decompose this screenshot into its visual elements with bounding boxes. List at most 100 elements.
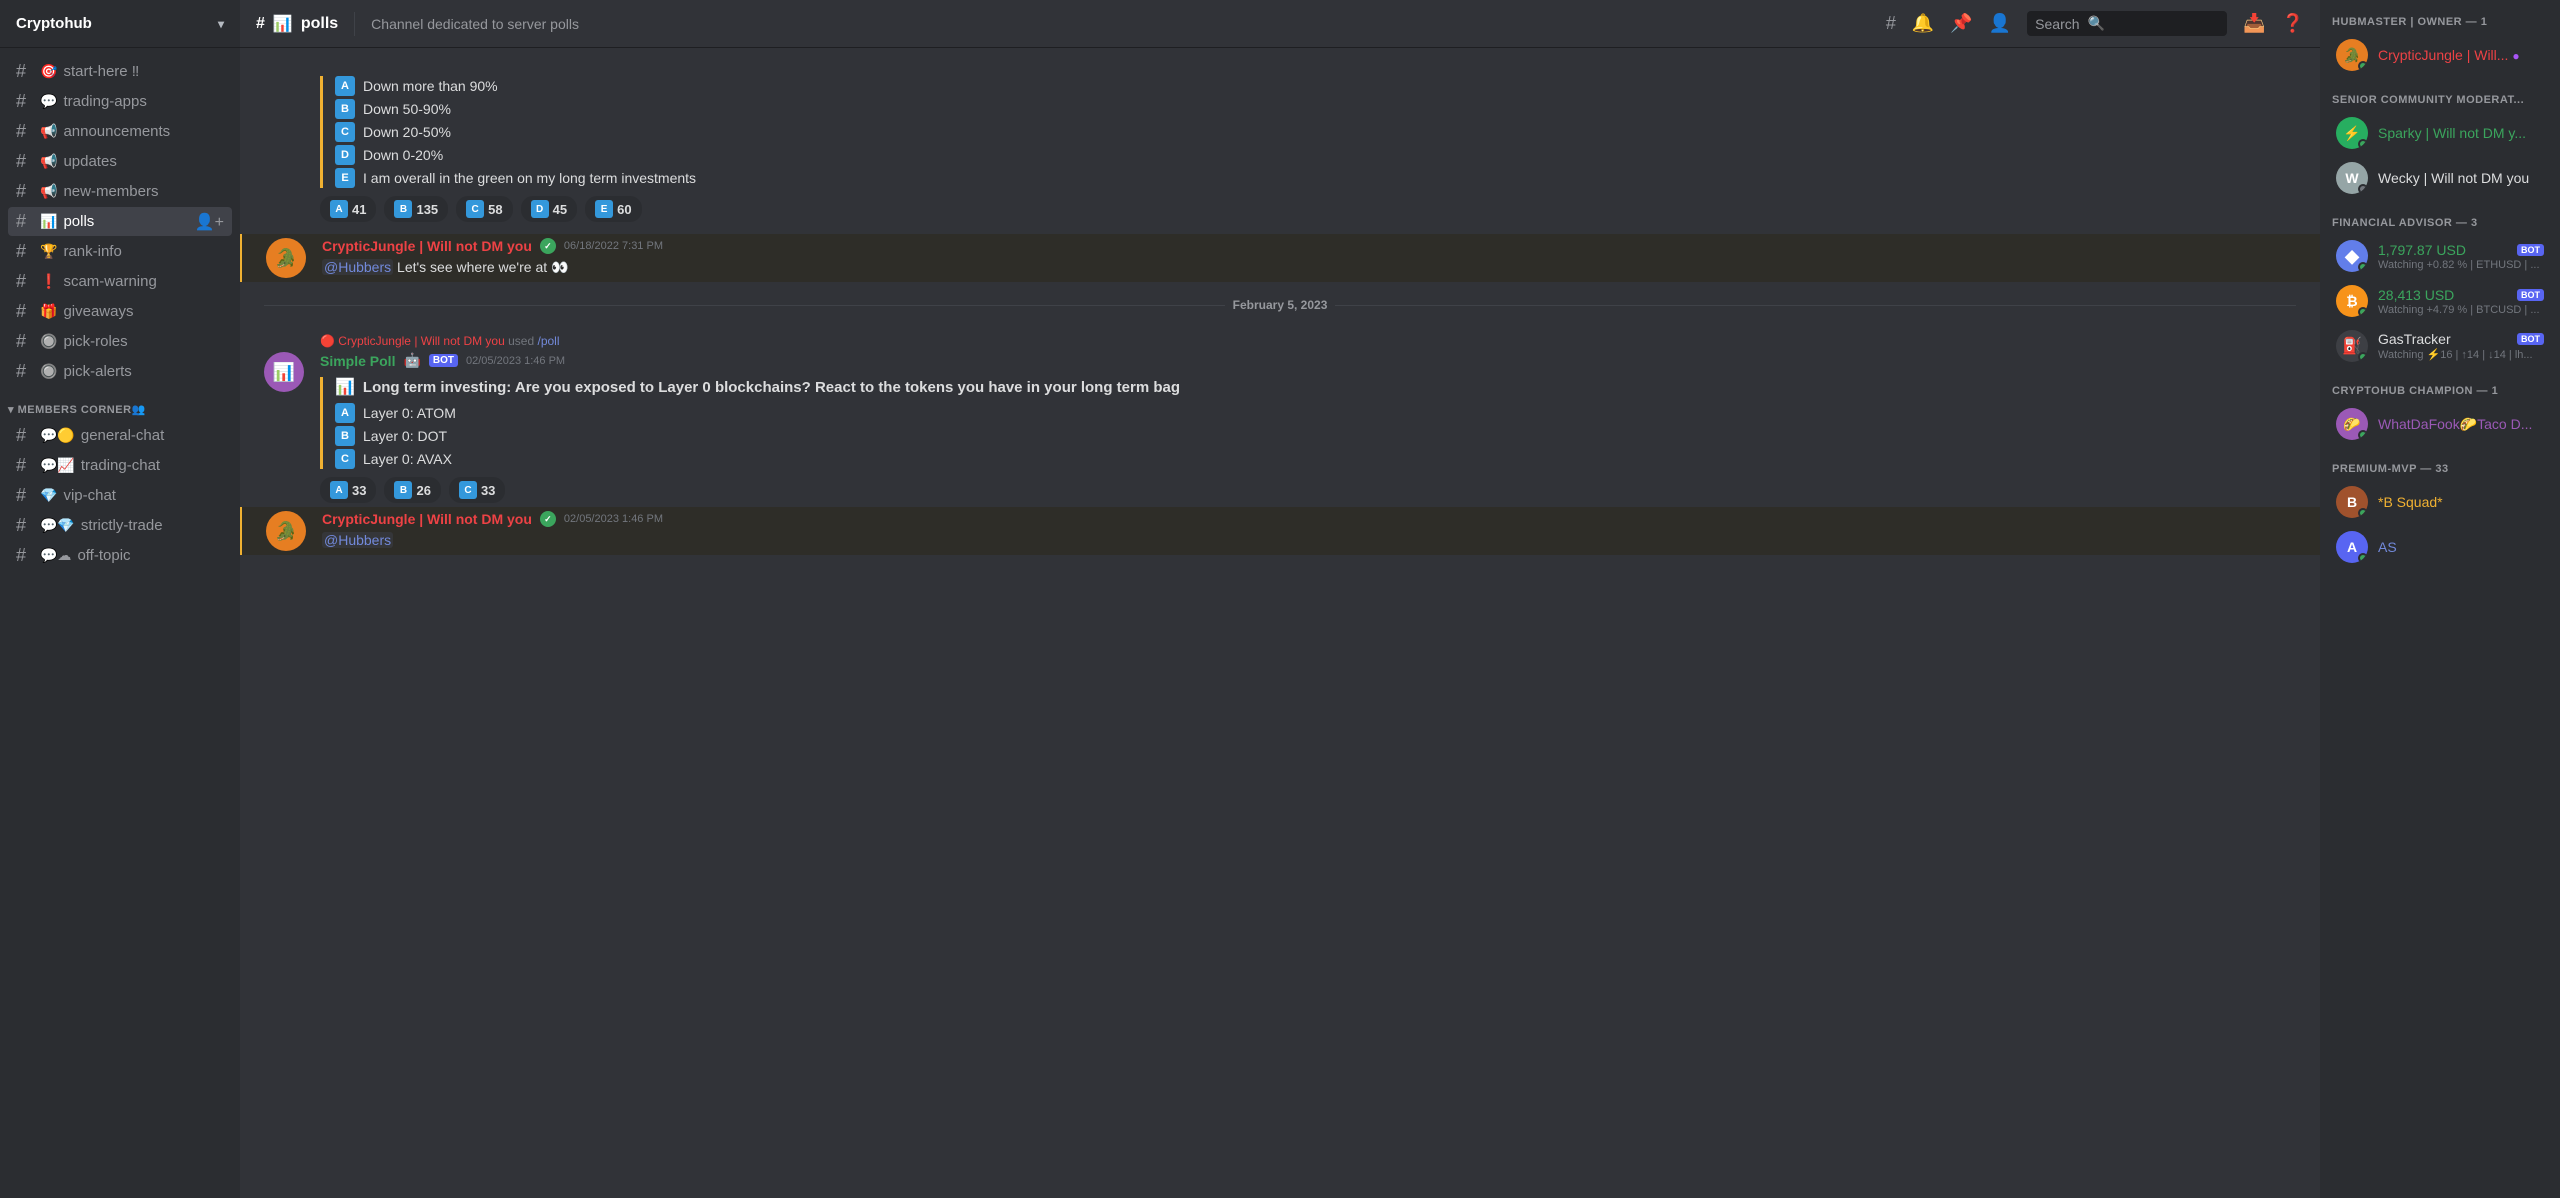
status-dot-online: [2358, 307, 2368, 317]
message-author: CrypticJungle | Will not DM you: [322, 511, 532, 527]
poll-option: A Layer 0: ATOM: [335, 403, 2296, 423]
sidebar-item-pick-roles[interactable]: # 🔘 pick-roles: [8, 327, 232, 356]
date-divider: February 5, 2023: [264, 298, 2296, 312]
sidebar-item-new-members[interactable]: # 📢 new-members: [8, 177, 232, 206]
member-info: *B Squad*: [2378, 494, 2544, 510]
poll-option: C Layer 0: AVAX: [335, 449, 2296, 469]
vote-badge-b[interactable]: B 135: [384, 196, 448, 222]
vote-badge-a[interactable]: A 41: [320, 196, 376, 222]
member-info: GasTracker BOT Watching ⚡16 | ↑14 | ↓14 …: [2378, 331, 2544, 361]
poll-option: C Down 20-50%: [335, 122, 2296, 142]
members-category-hubmaster: HUBMASTER | OWNER — 1: [2320, 0, 2560, 32]
poll-option: B Layer 0: DOT: [335, 426, 2296, 446]
member-item-crypticjungle[interactable]: 🐊 CrypticJungle | Will... ●: [2324, 33, 2556, 77]
member-item-sparky[interactable]: ⚡ Sparky | Will not DM y...: [2324, 111, 2556, 155]
member-item-whatdafook[interactable]: 🌮 WhatDaFook🌮Taco D...: [2324, 402, 2556, 446]
avatar: 🐊: [266, 511, 306, 551]
status-dot-online: [2358, 430, 2368, 440]
members-icon[interactable]: 👤: [1989, 13, 2011, 34]
sidebar-item-pick-alerts[interactable]: # 🔘 pick-alerts: [8, 357, 232, 386]
search-text: Search: [2035, 16, 2079, 32]
status-dot-online: [2358, 508, 2368, 518]
notification-icon[interactable]: 🔔: [1912, 13, 1934, 34]
hash-icon: #: [16, 61, 34, 82]
vote-badge-a[interactable]: A 33: [320, 477, 376, 503]
vote-badge-e[interactable]: E 60: [585, 196, 641, 222]
message-content: CrypticJungle | Will not DM you ✓ 06/18/…: [322, 238, 2296, 278]
sidebar-item-announcements[interactable]: # 📢 announcements: [8, 117, 232, 146]
inbox-icon[interactable]: 📥: [2243, 13, 2265, 34]
sidebar: Cryptohub ▾ # 🎯 start-here ‼ # 💬 trading…: [0, 0, 240, 1198]
verified-badge: ✓: [540, 511, 556, 527]
member-name: AS: [2378, 539, 2544, 555]
poll-title: 📊 Long term investing: Are you exposed t…: [335, 377, 2296, 397]
poll-option: E I am overall in the green on my long t…: [335, 168, 2296, 188]
poll-letter-b: B: [335, 426, 355, 446]
bot-badge: BOT: [2517, 244, 2544, 256]
sidebar-item-updates[interactable]: # 📢 updates: [8, 147, 232, 176]
message-text: @Hubbers Let's see where we're at 👀: [322, 258, 2296, 278]
avatar: 📊: [264, 352, 304, 392]
hash-icon: #: [16, 425, 34, 446]
hash-icon: #: [16, 181, 34, 202]
poll-option: A Down more than 90%: [335, 76, 2296, 96]
sidebar-item-giveaways[interactable]: # 🎁 giveaways: [8, 297, 232, 326]
hash-icon: #: [16, 485, 34, 506]
sidebar-item-trading-apps[interactable]: # 💬 trading-apps: [8, 87, 232, 116]
sidebar-item-rank-info[interactable]: # 🏆 rank-info: [8, 237, 232, 266]
poll-letter-c: C: [335, 449, 355, 469]
pin-icon[interactable]: 📌: [1950, 13, 1972, 34]
sidebar-item-scam-warning[interactable]: # ❗ scam-warning: [8, 267, 232, 296]
bot-badge: BOT: [429, 354, 458, 367]
member-item-as[interactable]: A AS: [2324, 525, 2556, 569]
hash-icon: #: [16, 515, 34, 536]
status-dot-online: [2358, 61, 2368, 71]
message-author: Simple Poll: [320, 353, 395, 369]
mention: @Hubbers: [322, 532, 393, 548]
search-bar[interactable]: Search 🔍: [2027, 11, 2227, 36]
member-item-bsquad[interactable]: B *B Squad*: [2324, 480, 2556, 524]
sidebar-item-general-chat[interactable]: # 💬🟡 general-chat: [8, 421, 232, 450]
member-info: Wecky | Will not DM you: [2378, 170, 2544, 186]
slash-used-indicator: 🔴 CrypticJungle | Will not DM you used /…: [240, 328, 2320, 348]
message-header: CrypticJungle | Will not DM you ✓ 02/05/…: [322, 511, 2296, 527]
vote-badge-c[interactable]: C 58: [456, 196, 512, 222]
sidebar-item-vip-chat[interactable]: # 💎 vip-chat: [8, 481, 232, 510]
member-item-gastracker[interactable]: ⛽ GasTracker BOT Watching ⚡16 | ↑14 | ↓1…: [2324, 324, 2556, 368]
vote-badge-b[interactable]: B 26: [384, 477, 440, 503]
avatar: A: [2336, 531, 2368, 563]
message-content: Simple Poll 🤖 BOT 02/05/2023 1:46 PM 📊 L…: [320, 352, 2296, 503]
avatar: 🐊: [266, 238, 306, 278]
member-item-wecky[interactable]: W Wecky | Will not DM you: [2324, 156, 2556, 200]
message-crypticjungle-2: 🐊 CrypticJungle | Will not DM you ✓ 02/0…: [240, 507, 2320, 555]
main-content: # 📊 polls Channel dedicated to server po…: [240, 0, 2320, 1198]
message-header: Simple Poll 🤖 BOT 02/05/2023 1:46 PM: [320, 352, 2296, 369]
help-icon[interactable]: ❓: [2282, 13, 2304, 34]
member-subtext: Watching +4.79 % | BTCUSD | ...: [2378, 304, 2544, 316]
member-name: 1,797.87 USD: [2378, 242, 2513, 258]
topbar-description: Channel dedicated to server polls: [371, 16, 579, 32]
vote-badge-d[interactable]: D 45: [521, 196, 577, 222]
vote-badge-c[interactable]: C 33: [449, 477, 505, 503]
hash-threads-icon[interactable]: #: [1886, 13, 1896, 34]
member-item-eth[interactable]: ◆ 1,797.87 USD BOT Watching +0.82 % | ET…: [2324, 234, 2556, 278]
poll-content: 📊 Long term investing: Are you exposed t…: [320, 377, 2296, 469]
sidebar-item-trading-chat[interactable]: # 💬📈 trading-chat: [8, 451, 232, 480]
search-icon: 🔍: [2088, 15, 2105, 32]
poll-letter-c: C: [335, 122, 355, 142]
member-item-btc[interactable]: ₿ 28,413 USD BOT Watching +4.79 % | BTCU…: [2324, 279, 2556, 323]
message-header: CrypticJungle | Will not DM you ✓ 06/18/…: [322, 238, 2296, 254]
status-dot-online: [2358, 139, 2368, 149]
status-dot-offline: [2358, 184, 2368, 194]
hash-icon: #: [16, 301, 34, 322]
poll-letter-a: A: [335, 403, 355, 423]
sidebar-item-off-topic[interactable]: # 💬☁ off-topic: [8, 541, 232, 570]
sidebar-item-start-here[interactable]: # 🎯 start-here ‼: [8, 57, 232, 86]
member-name: Wecky | Will not DM you: [2378, 170, 2544, 186]
sidebar-item-polls[interactable]: # 📊 polls 👤+: [8, 207, 232, 236]
server-header[interactable]: Cryptohub ▾: [0, 0, 240, 48]
status-dot-online: [2358, 262, 2368, 272]
members-category-financial: FINANCIAL ADVISOR — 3: [2320, 201, 2560, 233]
sidebar-item-strictly-trade[interactable]: # 💬💎 strictly-trade: [8, 511, 232, 540]
add-member-icon[interactable]: 👤+: [195, 212, 224, 232]
